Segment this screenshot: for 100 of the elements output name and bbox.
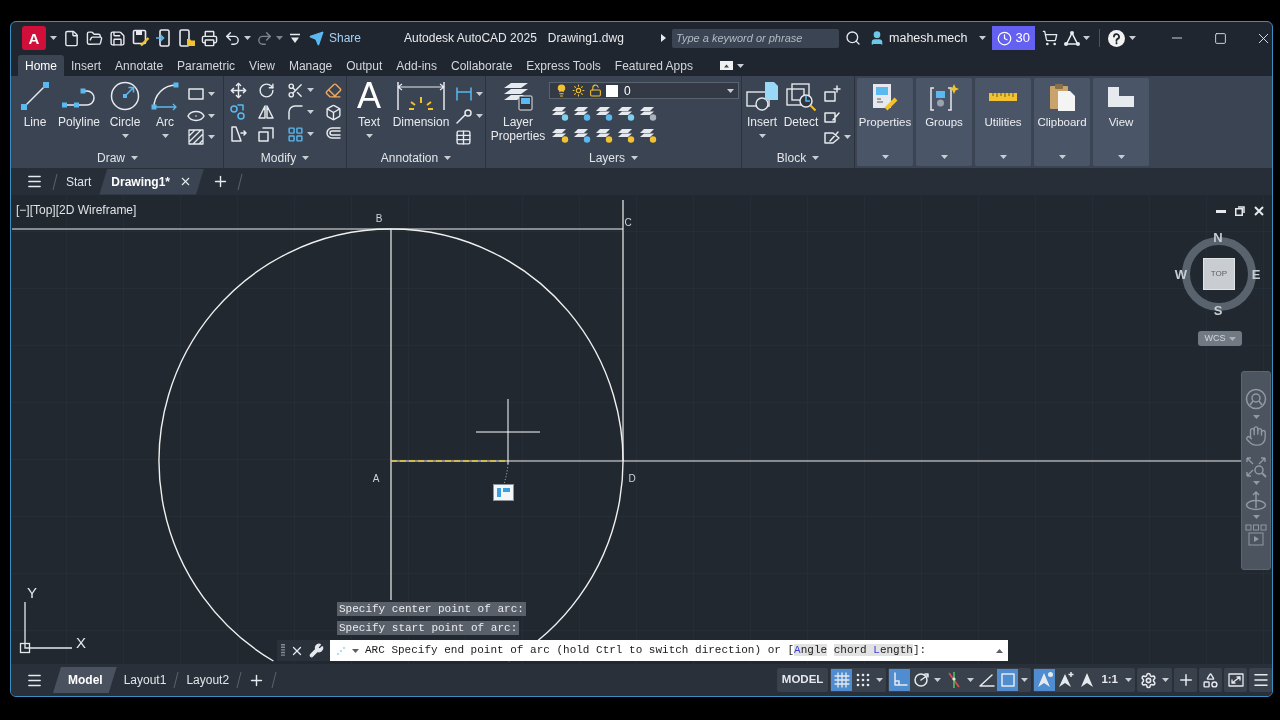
rotate-icon[interactable]	[257, 81, 275, 99]
search-icon[interactable]	[845, 30, 861, 46]
caret-icon[interactable]	[307, 110, 314, 114]
viewport-restore-icon[interactable]	[1235, 206, 1245, 216]
caret-icon[interactable]	[812, 156, 820, 160]
caret-icon[interactable]	[306, 132, 314, 136]
ribbon-tool-button[interactable]: Dimension	[389, 80, 453, 148]
grip-dots-icon[interactable]	[281, 643, 285, 658]
command-line-field[interactable]: ARC Specify end point of arc (hold Ctrl to switch direction) or [Angle chord Length]:	[330, 640, 1008, 661]
ribbon-tool-button[interactable]: Line	[16, 80, 54, 148]
caret-icon[interactable]	[758, 134, 766, 138]
viewport-minimize-icon[interactable]	[1216, 209, 1226, 213]
caret-icon[interactable]	[940, 155, 948, 159]
command-option-link[interactable]: Angle	[794, 644, 828, 657]
caret-icon[interactable]	[306, 88, 314, 92]
collapsed-panel-button[interactable]: Groups	[916, 78, 972, 166]
scale-squares-icon[interactable]	[257, 125, 275, 143]
layer-stack-icon[interactable]	[551, 127, 569, 143]
caret-up-icon[interactable]	[996, 648, 1003, 653]
collapsed-panel-button[interactable]: View	[1093, 78, 1149, 166]
ribbon-tab[interactable]: Output	[339, 55, 390, 76]
hatch-icon[interactable]	[187, 128, 205, 147]
help-icon[interactable]	[1108, 29, 1125, 47]
visual-style-menu[interactable]: [2D Wireframe]	[55, 203, 137, 217]
caret-icon[interactable]	[1058, 155, 1066, 159]
layout-tab[interactable]: Layout2	[179, 667, 237, 693]
properties-palette-icon[interactable]	[872, 83, 898, 111]
caret-icon[interactable]	[844, 135, 851, 140]
caret-icon[interactable]	[208, 135, 215, 140]
leader-icon[interactable]	[455, 106, 473, 125]
open-folder-icon[interactable]	[86, 29, 103, 47]
share-button[interactable]: Share	[309, 29, 362, 47]
customize-menu-icon[interactable]	[289, 32, 301, 44]
layer-stack-icon[interactable]	[551, 105, 569, 121]
ribbon-tool-button[interactable]: Insert	[743, 80, 781, 148]
orbit-arrows-icon[interactable]	[1245, 490, 1267, 512]
caret-icon[interactable]	[1020, 678, 1028, 682]
compass-label[interactable]: N	[1211, 230, 1225, 245]
phone-folder-icon[interactable]	[177, 29, 196, 47]
layout-tab[interactable]: Layout1	[116, 667, 174, 693]
ribbon-tab[interactable]: Insert	[64, 55, 109, 76]
caret-icon[interactable]	[444, 156, 452, 160]
lightbulb-icon[interactable]	[555, 84, 568, 97]
caret-icon[interactable]	[50, 36, 57, 40]
caret-icon[interactable]	[881, 155, 889, 159]
panel-title-button[interactable]: Draw	[12, 148, 223, 168]
panel-toggle-icon[interactable]	[719, 61, 733, 70]
collapsed-panel-button[interactable]: Properties	[857, 78, 913, 166]
ribbon-tab[interactable]: Add-ins	[389, 55, 444, 76]
clock-icon[interactable]	[996, 30, 1012, 46]
file-tab[interactable]: Drawing1*	[99, 168, 205, 195]
view-cube-face[interactable]: TOP	[1203, 258, 1235, 290]
phone-arrow-icon[interactable]	[154, 29, 173, 47]
caret-icon[interactable]	[476, 113, 483, 118]
mirror-triangles-icon[interactable]	[257, 103, 275, 121]
caret-icon[interactable]	[1117, 155, 1125, 159]
viewport-close-icon[interactable]	[1254, 206, 1264, 216]
trial-days-badge[interactable]: 30	[991, 26, 1035, 50]
caret-icon[interactable]	[244, 36, 251, 40]
layer-stack-icon[interactable]	[639, 105, 657, 121]
layer-stack-icon[interactable]	[595, 127, 613, 143]
layout-tab[interactable]: Model	[53, 667, 117, 693]
collapsed-panel-button[interactable]: Clipboard	[1034, 78, 1090, 166]
caret-icon[interactable]	[208, 113, 215, 118]
ribbon-tool-button[interactable]: Circle	[104, 80, 146, 148]
maximize-icon[interactable]	[1214, 31, 1227, 45]
ribbon-tab[interactable]: Collaborate	[444, 55, 520, 76]
caret-icon[interactable]	[276, 36, 283, 40]
open-lock-icon[interactable]	[589, 84, 602, 97]
viewport-controls-menu[interactable]: [−]	[16, 203, 30, 217]
steering-wheel-icon[interactable]	[1245, 388, 1267, 410]
caret-icon[interactable]	[736, 63, 744, 68]
ribbon-tab[interactable]: View	[242, 55, 282, 76]
bracket-shapes-icon[interactable]	[929, 83, 959, 111]
panel-title-button[interactable]: Annotation	[347, 148, 485, 168]
ribbon-tool-button[interactable]: Detect	[781, 80, 821, 148]
linear-dimension-icon[interactable]	[455, 84, 473, 103]
triangle-nodes-icon[interactable]	[1064, 30, 1080, 46]
save-icon[interactable]	[109, 29, 126, 47]
scissors-icon[interactable]	[286, 81, 304, 99]
user-icon[interactable]	[869, 30, 885, 46]
status-bar-button[interactable]: MODEL	[777, 669, 828, 691]
new-file-icon[interactable]	[63, 29, 80, 47]
arc-icon[interactable]	[150, 81, 180, 111]
copy-circles-icon[interactable]	[229, 103, 247, 121]
panel-title-button[interactable]: Layers	[486, 148, 741, 168]
caret-icon[interactable]	[302, 156, 310, 160]
ribbon-tab[interactable]: Parametric	[170, 55, 243, 76]
eraser-icon[interactable]	[324, 81, 342, 99]
ribbon-tool-button[interactable]: Layer Properties	[488, 80, 548, 148]
app-menu-button[interactable]: A	[22, 26, 46, 50]
command-option-link[interactable]: chord Length	[833, 644, 913, 657]
paper-plane-icon[interactable]	[309, 30, 324, 46]
caret-icon[interactable]	[1161, 678, 1169, 682]
pan-hand-icon[interactable]	[1245, 425, 1267, 447]
wrench-icon[interactable]	[309, 643, 324, 658]
panel-title-button[interactable]: Block	[742, 148, 854, 168]
layer-stack-monitor-icon[interactable]	[502, 80, 534, 112]
ruler-icon[interactable]	[988, 92, 1018, 102]
rounded-corner-icon[interactable]	[286, 103, 304, 121]
